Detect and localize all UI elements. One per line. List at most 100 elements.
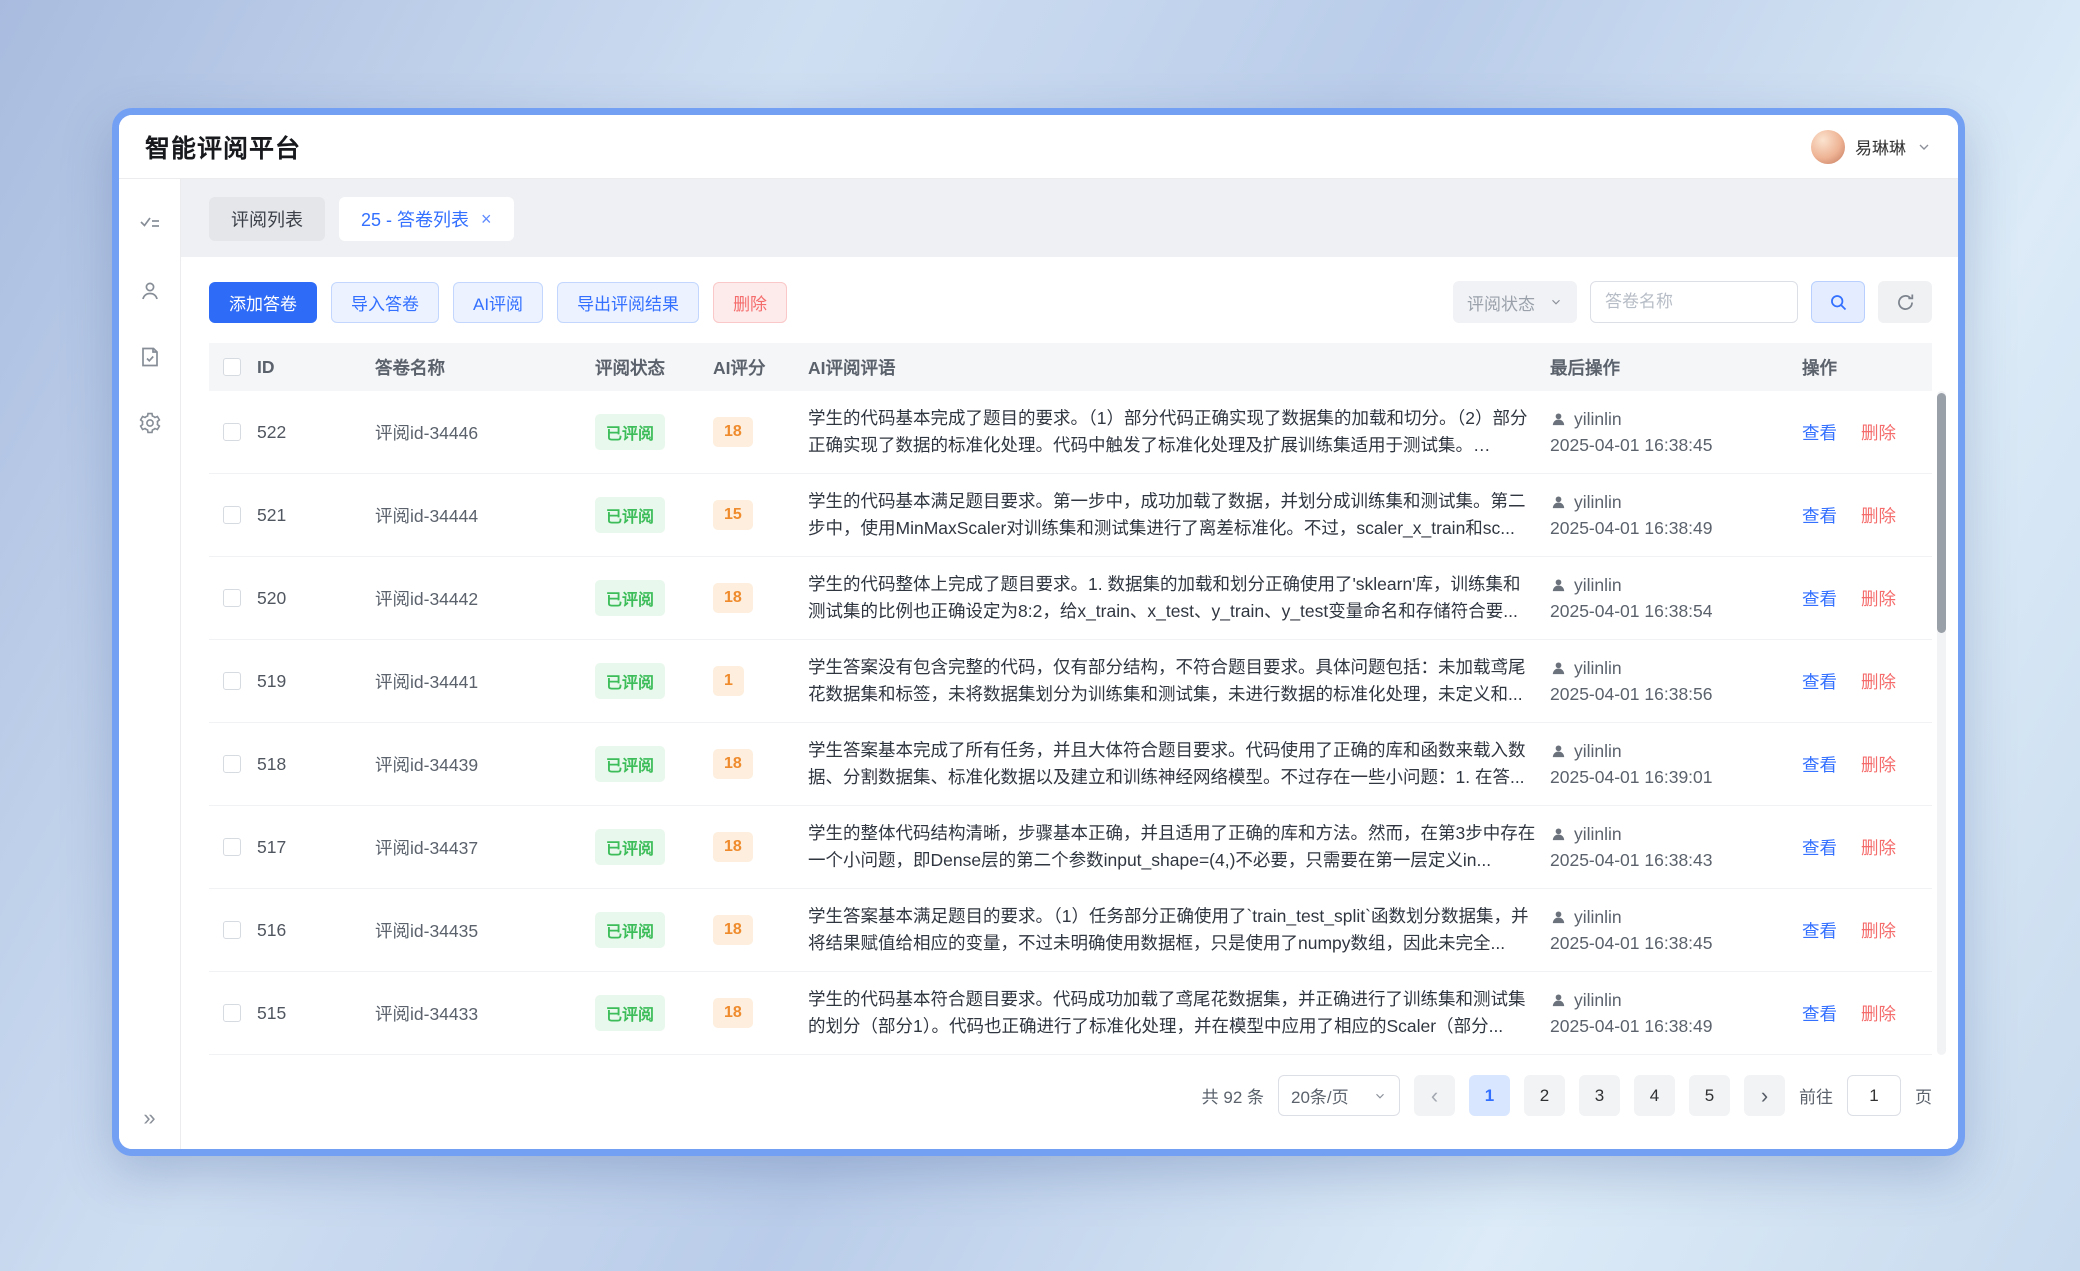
row-name: 评阅id-34433 xyxy=(375,1001,595,1026)
user-icon xyxy=(1550,992,1567,1009)
row-id: 517 xyxy=(257,837,375,858)
row-checkbox[interactable] xyxy=(223,755,241,773)
row-time: 2025-04-01 16:38:54 xyxy=(1550,601,1788,622)
view-link[interactable]: 查看 xyxy=(1802,1001,1837,1026)
export-results-button[interactable]: 导出评阅结果 xyxy=(557,282,699,323)
add-answer-button[interactable]: 添加答卷 xyxy=(209,282,317,323)
row-operator: yilinlin xyxy=(1574,741,1622,762)
row-id: 520 xyxy=(257,588,375,609)
user-icon xyxy=(1550,826,1567,843)
delete-link[interactable]: 删除 xyxy=(1861,669,1896,694)
search-input[interactable] xyxy=(1590,281,1798,323)
delete-link[interactable]: 删除 xyxy=(1861,586,1896,611)
tasks-icon[interactable] xyxy=(138,213,162,237)
row-operator: yilinlin xyxy=(1574,492,1622,513)
sidebar: » xyxy=(119,179,181,1149)
user-name: 易琳琳 xyxy=(1855,134,1906,159)
row-time: 2025-04-01 16:38:49 xyxy=(1550,1016,1788,1037)
score-badge: 1 xyxy=(713,666,744,696)
avatar[interactable] xyxy=(1811,130,1845,164)
row-id: 519 xyxy=(257,671,375,692)
page-button-4[interactable]: 4 xyxy=(1634,1075,1675,1116)
tab-answer-list[interactable]: 25 - 答卷列表 × xyxy=(339,197,514,241)
row-last-op: yilinlin 2025-04-01 16:38:45 xyxy=(1550,409,1802,456)
row-comment: 学生答案没有包含完整的代码，仅有部分结构，不符合题目要求。具体问题包括：未加载鸢… xyxy=(808,657,1526,704)
row-checkbox[interactable] xyxy=(223,838,241,856)
row-last-op: yilinlin 2025-04-01 16:38:49 xyxy=(1550,492,1802,539)
row-time: 2025-04-01 16:38:49 xyxy=(1550,518,1788,539)
table-scrollbar[interactable] xyxy=(1937,391,1946,1055)
view-link[interactable]: 查看 xyxy=(1802,586,1837,611)
table-row: 519 评阅id-34441 已评阅 1 学生答案没有包含完整的代码，仅有部分结… xyxy=(209,640,1932,723)
row-checkbox[interactable] xyxy=(223,672,241,690)
delete-button[interactable]: 删除 xyxy=(713,282,787,323)
tab-strip: 评阅列表 25 - 答卷列表 × xyxy=(181,179,1958,257)
select-all-checkbox[interactable] xyxy=(223,358,241,376)
pagination: 共 92 条 20条/页 ‹ 12345 › 前往 页 xyxy=(181,1075,1932,1116)
page-button-3[interactable]: 3 xyxy=(1579,1075,1620,1116)
col-score: AI评分 xyxy=(713,355,808,380)
close-icon[interactable]: × xyxy=(481,209,492,230)
delete-link[interactable]: 删除 xyxy=(1861,420,1896,445)
scrollbar-thumb[interactable] xyxy=(1937,393,1946,633)
score-badge: 18 xyxy=(713,998,753,1028)
goto-page-input[interactable] xyxy=(1847,1075,1901,1116)
sidebar-expand-icon[interactable]: » xyxy=(143,1105,155,1131)
view-link[interactable]: 查看 xyxy=(1802,918,1837,943)
col-id: ID xyxy=(257,357,375,378)
col-actions: 操作 xyxy=(1802,355,1932,380)
row-id: 522 xyxy=(257,422,375,443)
status-badge: 已评阅 xyxy=(595,912,665,948)
view-link[interactable]: 查看 xyxy=(1802,503,1837,528)
row-comment: 学生的代码基本符合题目要求。代码成功加载了鸢尾花数据集，并正确进行了训练集和测试… xyxy=(808,989,1526,1036)
status-filter-select[interactable]: 评阅状态 xyxy=(1453,281,1577,323)
page-button-5[interactable]: 5 xyxy=(1689,1075,1730,1116)
row-comment: 学生的代码基本完成了题目的要求。（1）部分代码正确实现了数据集的加载和切分。（2… xyxy=(808,408,1527,455)
chevron-down-icon xyxy=(1916,139,1932,155)
refresh-button[interactable] xyxy=(1878,281,1932,323)
main-area: 评阅列表 25 - 答卷列表 × 添加答卷 导入答卷 AI评阅 导出评阅结果 删… xyxy=(181,179,1958,1149)
user-icon xyxy=(1550,577,1567,594)
row-checkbox[interactable] xyxy=(223,589,241,607)
table-row: 516 评阅id-34435 已评阅 18 学生答案基本满足题目的要求。（1）任… xyxy=(209,889,1932,972)
col-name: 答卷名称 xyxy=(375,355,595,380)
row-operator: yilinlin xyxy=(1574,990,1622,1011)
row-operator: yilinlin xyxy=(1574,575,1622,596)
next-page-button[interactable]: › xyxy=(1744,1075,1785,1116)
row-id: 521 xyxy=(257,505,375,526)
delete-link[interactable]: 删除 xyxy=(1861,503,1896,528)
view-link[interactable]: 查看 xyxy=(1802,669,1837,694)
row-last-op: yilinlin 2025-04-01 16:38:45 xyxy=(1550,907,1802,954)
tab-review-list[interactable]: 评阅列表 xyxy=(209,197,325,241)
table-body: 522 评阅id-34446 已评阅 18 学生的代码基本完成了题目的要求。（1… xyxy=(209,391,1932,1055)
row-time: 2025-04-01 16:38:45 xyxy=(1550,435,1788,456)
row-checkbox[interactable] xyxy=(223,1004,241,1022)
user-icon xyxy=(1550,743,1567,760)
delete-link[interactable]: 删除 xyxy=(1861,1001,1896,1026)
page-button-2[interactable]: 2 xyxy=(1524,1075,1565,1116)
page-size-select[interactable]: 20条/页 xyxy=(1278,1075,1400,1116)
user-icon xyxy=(1550,411,1567,428)
row-operator: yilinlin xyxy=(1574,907,1622,928)
row-checkbox[interactable] xyxy=(223,506,241,524)
settings-icon[interactable] xyxy=(138,411,162,435)
search-button[interactable] xyxy=(1811,281,1865,323)
row-checkbox[interactable] xyxy=(223,921,241,939)
user-icon[interactable] xyxy=(138,279,162,303)
delete-link[interactable]: 删除 xyxy=(1861,918,1896,943)
content-panel: 添加答卷 导入答卷 AI评阅 导出评阅结果 删除 评阅状态 xyxy=(181,257,1958,1149)
view-link[interactable]: 查看 xyxy=(1802,835,1837,860)
import-answer-button[interactable]: 导入答卷 xyxy=(331,282,439,323)
prev-page-button[interactable]: ‹ xyxy=(1414,1075,1455,1116)
row-checkbox[interactable] xyxy=(223,423,241,441)
row-name: 评阅id-34435 xyxy=(375,918,595,943)
view-link[interactable]: 查看 xyxy=(1802,420,1837,445)
ai-review-button[interactable]: AI评阅 xyxy=(453,282,543,323)
page-button-1[interactable]: 1 xyxy=(1469,1075,1510,1116)
document-check-icon[interactable] xyxy=(138,345,162,369)
delete-link[interactable]: 删除 xyxy=(1861,752,1896,777)
user-menu[interactable]: 易琳琳 xyxy=(1811,130,1932,164)
row-operator: yilinlin xyxy=(1574,658,1622,679)
view-link[interactable]: 查看 xyxy=(1802,752,1837,777)
delete-link[interactable]: 删除 xyxy=(1861,835,1896,860)
